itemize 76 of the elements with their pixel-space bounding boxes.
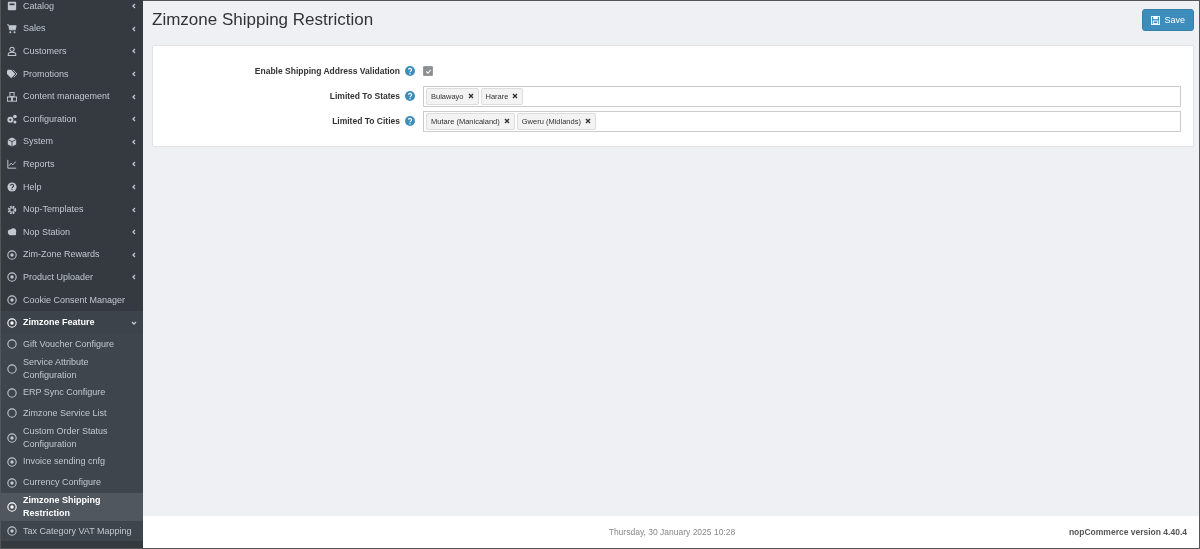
sidebar-item[interactable]: Configuration [1,107,143,131]
sidebar-item[interactable]: ERP Sync Configure [1,382,143,404]
circle-icon [7,363,17,374]
chevron-left-icon [131,229,137,236]
dot-circle-icon [7,477,17,488]
sidebar-item[interactable]: Nop-Templates [1,198,143,221]
sidebar-item[interactable]: Zim-Zone Rewards [1,243,143,267]
dot-circle-icon [7,317,17,328]
footer-date: Thursday, 30 January 2025 10:28 [607,527,737,537]
chevron-left-icon [131,25,137,32]
sidebar-item[interactable]: Zimzone Shipping Restriction [1,492,143,521]
help-icon[interactable] [405,66,415,76]
circle-icon [7,339,17,350]
sidebar-item[interactable]: Zimzone Feature [1,311,143,334]
gear-icon [7,204,17,215]
remove-icon[interactable] [512,93,519,99]
dot-circle-icon [7,526,17,537]
remove-icon[interactable] [467,93,474,99]
help-icon [7,182,17,193]
field-label: Limited To Cities [332,116,400,126]
cubes-icon [7,91,17,102]
sidebar-item[interactable]: Help [1,175,143,199]
sidebar-item[interactable]: Tax Category VAT Mapping [1,520,143,542]
sidebar-item[interactable]: Gift Voucher Configure [1,333,143,355]
sidebar-item[interactable]: Customers [1,40,143,63]
dot-circle-icon [7,249,17,260]
chevron-left-icon [131,93,137,100]
sidebar-item[interactable]: Service Attribute Configuration [1,354,143,383]
sidebar-item[interactable]: Custom Order Status Configuration [1,423,143,452]
chevron-left-icon [131,48,137,55]
dot-circle-icon [7,457,17,467]
cart-icon [7,23,17,34]
sidebar-item[interactable]: Product Uploader [1,266,143,289]
chevron-left-icon [131,3,137,10]
circle-icon [7,387,17,398]
chevron-left-icon [131,138,137,145]
chevron-left-icon [131,161,137,168]
sidebar-item[interactable]: Zimzone Service List [1,403,143,424]
chevron-left-icon [131,184,137,191]
sidebar-item[interactable]: Content management [1,85,143,108]
dot-circle-icon [7,295,17,305]
chevron-left-icon [131,251,137,258]
cube-icon [7,136,17,147]
sidebar-item[interactable]: Catalog [1,0,143,18]
line-chart-icon [7,159,17,170]
version-text: nopCommerce version 4.40.4 [1068,527,1187,537]
sidebar-item[interactable]: System [1,130,143,154]
cloud-icon [7,227,17,238]
sidebar-item[interactable]: Currency Configure [1,472,143,493]
sidebar-item[interactable]: Invoice sending cnfg [1,451,143,473]
dot-circle-icon [7,432,17,443]
checkbox[interactable] [423,66,433,76]
remove-icon[interactable] [584,118,591,124]
dot-circle-icon [7,501,17,512]
chevron-left-icon [131,274,137,281]
sidebar-item[interactable]: Cookie Consent Manager [1,288,143,312]
sidebar-item[interactable]: Nop Station [1,220,143,244]
chevron-left-icon [131,71,137,78]
sidebar-item[interactable]: Reports [1,153,143,176]
page-title: Zimzone Shipping Restriction [152,10,374,30]
circle-icon [7,408,17,419]
dot-circle-icon [7,272,17,283]
field-label: Limited To States [329,91,400,101]
field-label: Enable Shipping Address Validation [254,66,400,76]
sidebar-item[interactable]: Sales [1,17,143,41]
sidebar-item[interactable]: Promotions [1,62,143,86]
save-button[interactable]: Save [1142,9,1194,31]
help-icon[interactable] [405,91,415,101]
chevron-left-icon [131,116,137,123]
remove-icon[interactable] [503,118,510,124]
user-icon [7,46,17,57]
chevron-left-icon [131,206,137,213]
help-icon[interactable] [405,116,415,126]
tags-icon [7,69,17,80]
gears-icon [7,114,17,125]
chevron-down-icon [131,319,137,326]
